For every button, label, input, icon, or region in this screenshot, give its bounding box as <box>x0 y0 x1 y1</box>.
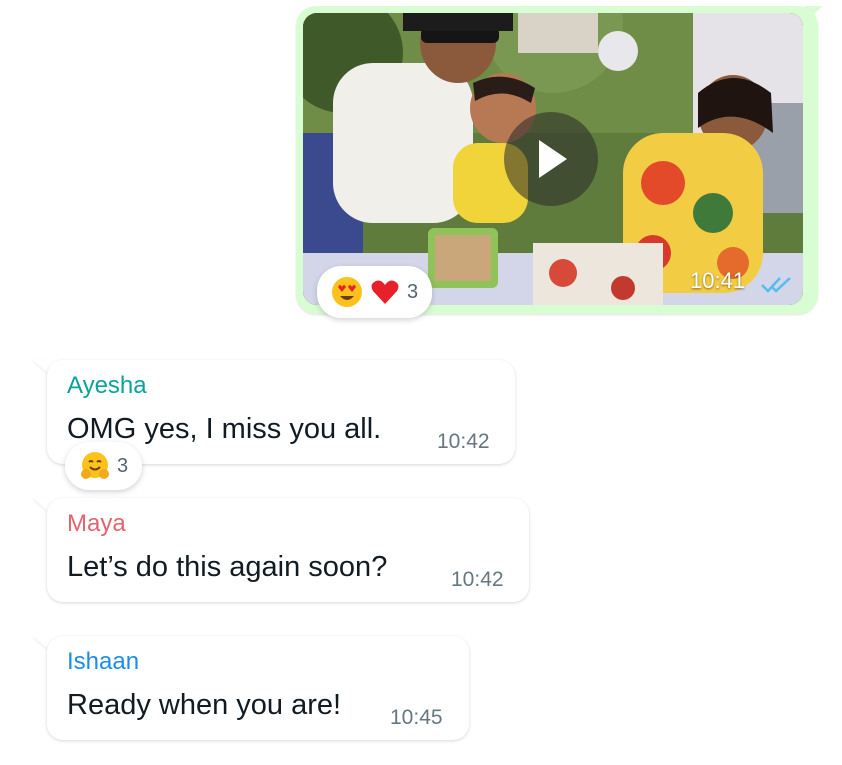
sender-name: Ishaan <box>67 648 140 675</box>
message-time: 10:42 <box>437 430 490 453</box>
message-text: Let’s do this again soon? <box>67 551 388 583</box>
reaction-count: 3 <box>117 454 129 477</box>
hugging-face-emoji-icon <box>81 452 109 479</box>
message-time: 10:45 <box>390 706 443 729</box>
double-check-read-icon <box>761 277 791 293</box>
message-time: 10:42 <box>451 568 504 591</box>
red-heart-emoji-icon <box>371 280 399 304</box>
reactions-pill[interactable]: 3 <box>317 266 433 318</box>
reactions-pill[interactable]: 3 <box>65 442 143 490</box>
sender-name: Ayesha <box>67 372 147 399</box>
message-text: Ready when you are! <box>67 689 342 721</box>
message-bubble-maya[interactable]: Maya Let’s do this again soon? 10:42 <box>47 498 529 602</box>
reaction-count: 3 <box>407 280 419 303</box>
message-bubble-ishaan[interactable]: Ishaan Ready when you are! 10:45 <box>47 636 469 740</box>
heart-eyes-emoji-icon <box>332 277 362 307</box>
play-icon <box>539 140 567 178</box>
sender-name: Maya <box>67 510 126 537</box>
video-timestamp: 10:41 <box>690 268 746 293</box>
video-play-button[interactable] <box>504 112 598 206</box>
